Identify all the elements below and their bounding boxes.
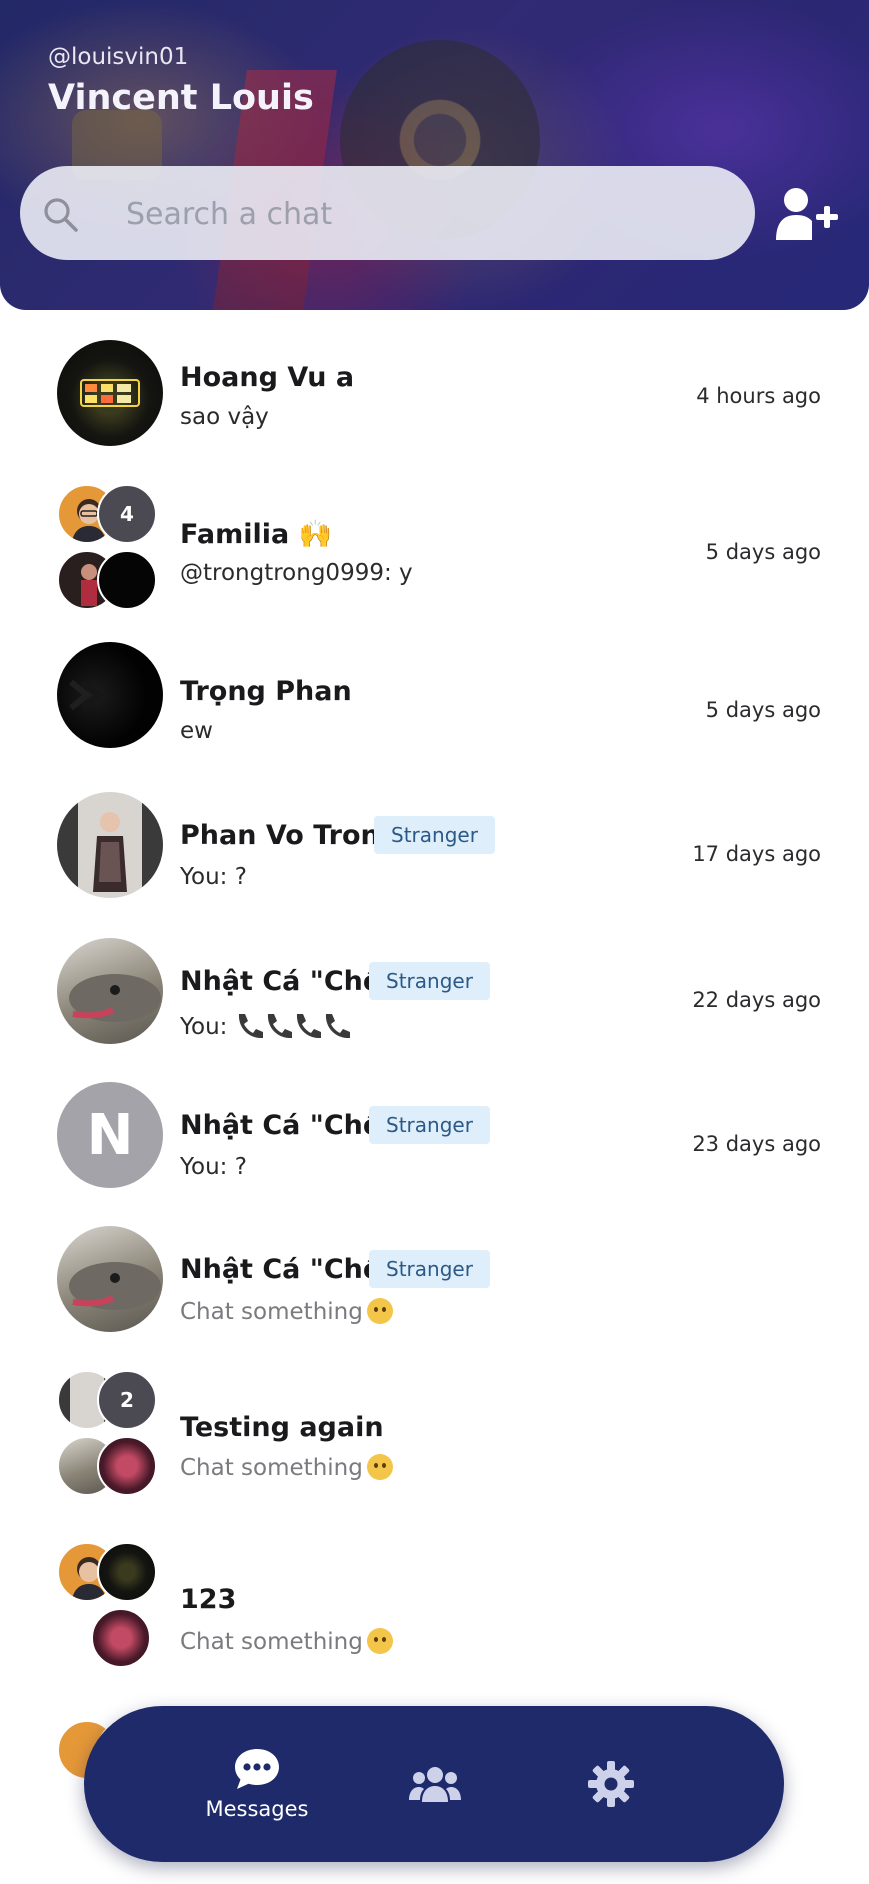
chat-name: Testing again <box>180 1412 384 1443</box>
chat-name: Trọng Phan <box>180 676 352 707</box>
stranger-badge: Stranger <box>369 962 490 1000</box>
chat-preview-text: You: <box>180 1014 228 1040</box>
avatar <box>57 1226 163 1332</box>
chat-preview: @trongtrong0999: y <box>180 560 413 586</box>
nav-settings[interactable] <box>536 1706 686 1862</box>
chat-row[interactable]: Phan Vo Trong Stranger You: ? 17 days ag… <box>0 786 869 926</box>
neon-sign-icon <box>80 379 140 407</box>
chat-name: 123 <box>180 1584 237 1615</box>
member-count-badge: 4 <box>97 484 157 544</box>
group-avatar <box>57 1542 167 1668</box>
chat-preview-text: Chat something <box>180 1629 363 1655</box>
chat-row[interactable]: N Nhật Cá "Chê" Stranger You: ? 23 days … <box>0 1076 869 1216</box>
user-plus-icon[interactable] <box>774 186 838 242</box>
sad-emoji-icon <box>366 1628 393 1654</box>
bottom-navigation: Messages <box>84 1706 784 1862</box>
chat-preview: You: ? <box>180 1154 247 1180</box>
profile-header: @louisvin01 Vincent Louis <box>0 0 869 310</box>
sad-emoji-icon <box>366 1298 393 1324</box>
chat-time: 23 days ago <box>692 1132 821 1156</box>
chat-time: 17 days ago <box>692 842 821 866</box>
avatar <box>57 792 163 898</box>
chat-name: Nhật Cá "Chê" <box>180 1110 396 1141</box>
chat-preview: You: ? <box>180 864 247 890</box>
chat-row[interactable]: 4 Familia 🙌 @trongtrong0999: y 5 days ag… <box>0 484 869 624</box>
chat-time: 5 days ago <box>705 540 821 564</box>
chat-preview: ew <box>180 718 213 744</box>
chat-row[interactable]: Trọng Phan ew 5 days ago <box>0 642 869 782</box>
search-bar[interactable] <box>20 166 755 260</box>
nav-contacts[interactable] <box>360 1706 510 1862</box>
chat-row[interactable]: Nhật Cá "Chê" Stranger You: 22 days ago <box>0 930 869 1070</box>
stranger-badge: Stranger <box>369 1250 490 1288</box>
chat-preview: Chat something <box>180 1298 393 1325</box>
avatar <box>57 938 163 1044</box>
gear-icon <box>588 1761 634 1807</box>
chat-time: 4 hours ago <box>696 384 821 408</box>
avatar <box>57 340 163 446</box>
chat-name: Nhật Cá "Chê" <box>180 1254 396 1285</box>
chat-row[interactable]: Nhật Cá "Chê" Stranger Chat something <box>0 1220 869 1360</box>
chat-preview: Chat something <box>180 1454 393 1481</box>
chat-name: Familia 🙌 <box>180 519 333 550</box>
chat-bubble-icon <box>235 1749 279 1789</box>
member-count-badge: 2 <box>97 1370 157 1430</box>
profile-username: @louisvin01 <box>48 44 189 70</box>
stranger-badge: Stranger <box>369 1106 490 1144</box>
profile-name: Vincent Louis <box>48 78 314 118</box>
nav-messages-label: Messages <box>205 1797 309 1821</box>
chat-time: 22 days ago <box>692 988 821 1012</box>
chat-preview: sao vậy <box>180 404 269 430</box>
search-input[interactable] <box>124 186 728 242</box>
member-avatar <box>97 1542 157 1602</box>
member-avatar <box>97 1436 157 1496</box>
sad-emoji-icon <box>366 1454 393 1480</box>
avatar-initial: N <box>86 1102 134 1168</box>
phone-icon <box>238 1014 350 1038</box>
users-icon <box>409 1767 461 1802</box>
chat-name: Hoang Vu a <box>180 362 355 393</box>
chat-preview: Chat something <box>180 1628 393 1655</box>
nav-messages[interactable]: Messages <box>182 1706 332 1862</box>
chat-name: Phan Vo Trong <box>180 820 400 851</box>
stranger-badge: Stranger <box>374 816 495 854</box>
avatar <box>57 642 163 748</box>
chat-preview: You: <box>180 1010 353 1040</box>
avatar: N <box>57 1082 163 1188</box>
chat-preview-text: Chat something <box>180 1299 363 1325</box>
group-avatar: 4 <box>57 484 167 610</box>
chat-row[interactable]: 123 Chat something <box>0 1542 869 1682</box>
chat-row[interactable]: 2 Testing again Chat something <box>0 1370 869 1510</box>
chat-preview-text: Chat something <box>180 1455 363 1481</box>
search-icon <box>44 198 78 232</box>
member-avatar <box>91 1608 151 1668</box>
chat-time: 5 days ago <box>705 698 821 722</box>
chat-name: Nhật Cá "Chê" <box>180 966 396 997</box>
group-avatar: 2 <box>57 1370 167 1496</box>
member-avatar <box>97 550 157 610</box>
chat-row[interactable]: Hoang Vu a sao vậy 4 hours ago <box>0 324 869 464</box>
